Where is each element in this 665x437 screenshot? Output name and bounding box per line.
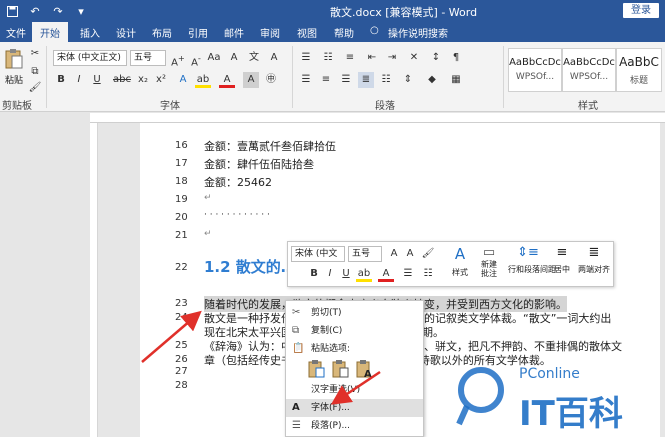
arrow-to-selection	[141, 310, 202, 363]
arrow-to-font-item	[330, 370, 381, 405]
watermark-logo: PConline IT百科	[455, 360, 665, 437]
watermark-brand: PConline	[519, 366, 580, 382]
watermark-name: IT百科	[519, 394, 623, 434]
pconline-logo-icon	[456, 367, 504, 426]
